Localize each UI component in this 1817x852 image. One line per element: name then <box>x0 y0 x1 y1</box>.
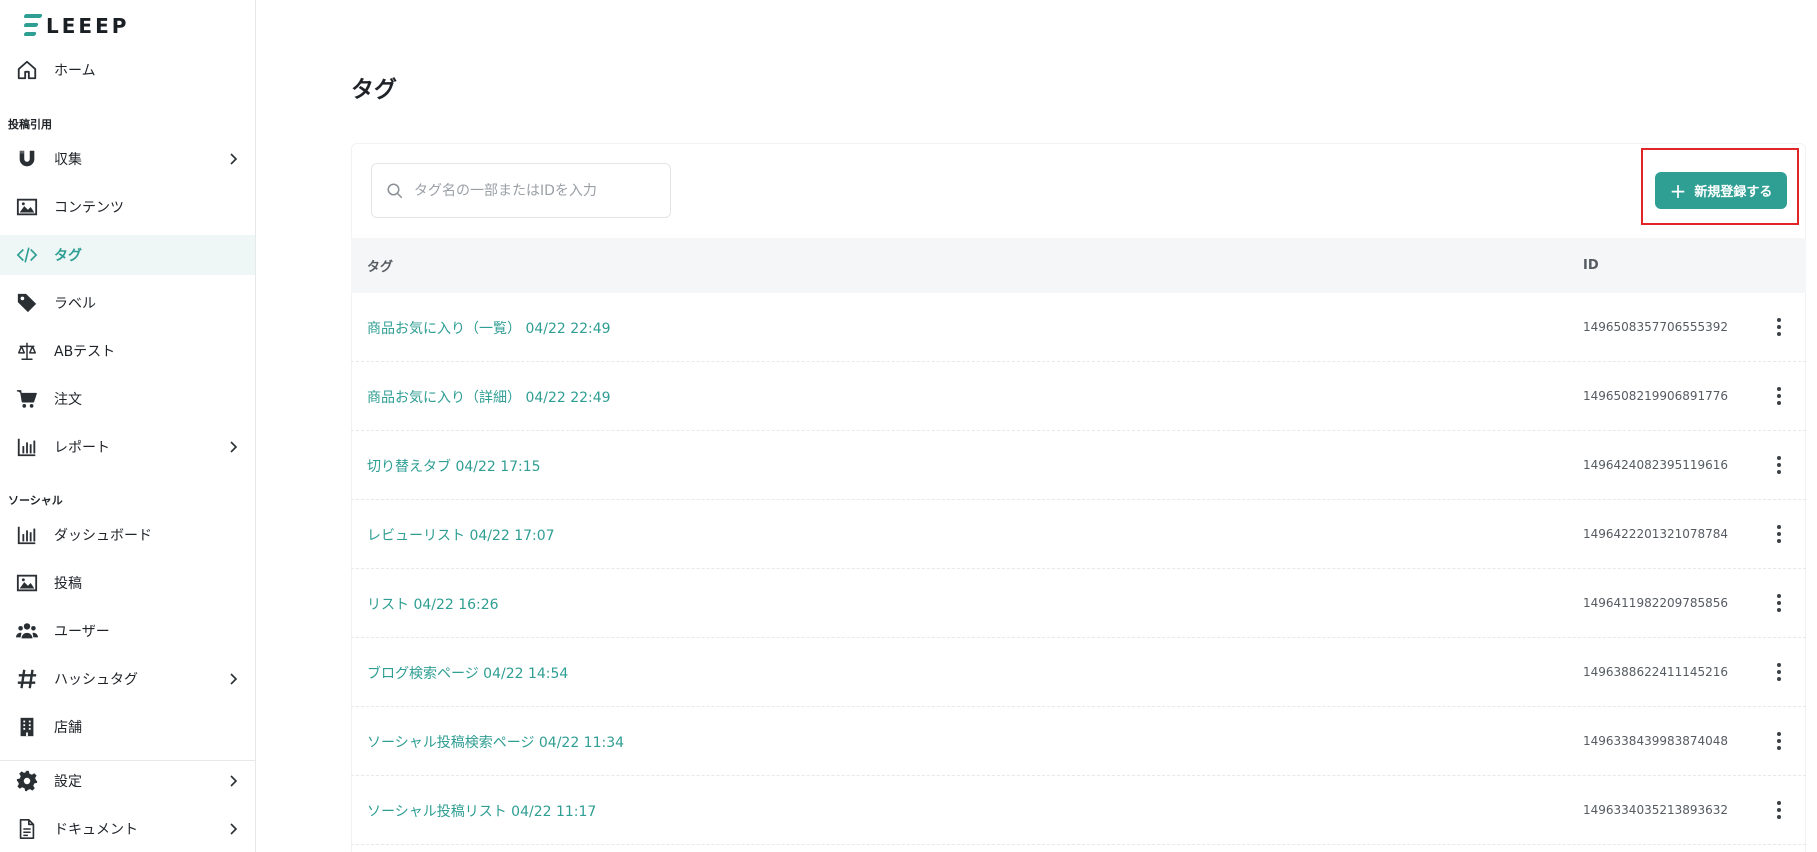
tag-id: 1496424082395119616 <box>1583 458 1729 472</box>
sidebar-item-label: 店舗 <box>54 720 82 736</box>
table-header: タグ ID <box>351 238 1806 293</box>
sidebar-item-collect[interactable]: 収集 <box>0 139 255 179</box>
sidebar-item-label: ダッシュボード <box>54 528 152 544</box>
tag-name-link[interactable]: レビューリスト 04/22 17:07 <box>367 525 555 545</box>
sidebar-item-label: タグ <box>54 248 82 264</box>
sidebar-item-label: レポート <box>54 440 110 456</box>
more-options-icon[interactable] <box>1767 522 1791 546</box>
magnet-icon <box>15 147 39 171</box>
hashtag-icon <box>15 667 39 691</box>
add-tag-button[interactable]: + 新規登録する <box>1655 172 1787 209</box>
sidebar-item-labels[interactable]: ラベル <box>0 283 255 323</box>
logo-text: LEEEP <box>46 14 130 38</box>
search-input[interactable] <box>414 182 654 199</box>
tag-id: 1496338439983874048 <box>1583 734 1729 748</box>
sidebar-item-label: コンテンツ <box>54 200 124 216</box>
chevron-right-icon <box>230 153 238 165</box>
table-row[interactable]: ソーシャル投稿リスト 04/22 11:17 149633403521389363… <box>351 776 1806 845</box>
sidebar-item-users[interactable]: ユーザー <box>0 611 255 651</box>
tag-icon <box>15 291 39 315</box>
bar-chart-icon <box>15 435 39 459</box>
tag-name-link[interactable]: ソーシャル投稿検索ページ 04/22 11:34 <box>367 732 624 752</box>
sidebar-item-label: ドキュメント <box>54 822 138 838</box>
logo-mark-icon <box>22 12 44 40</box>
table-row[interactable]: レビューリスト 04/22 17:07 1496422201321078784 <box>351 500 1806 569</box>
search-box[interactable] <box>371 163 671 218</box>
sidebar-item-stores[interactable]: 店舗 <box>0 707 255 747</box>
tag-name-link[interactable]: ブログ検索ページ 04/22 14:54 <box>367 663 568 683</box>
more-options-icon[interactable] <box>1767 384 1791 408</box>
chevron-right-icon <box>230 823 238 835</box>
chevron-right-icon <box>230 441 238 453</box>
scale-icon <box>15 339 39 363</box>
tag-id: 1496334035213893632 <box>1583 803 1729 817</box>
sidebar-item-orders[interactable]: 注文 <box>0 379 255 419</box>
sidebar-item-posts[interactable]: 投稿 <box>0 563 255 603</box>
more-options-icon[interactable] <box>1767 729 1791 753</box>
tag-name-link[interactable]: 切り替えタブ 04/22 17:15 <box>367 456 541 476</box>
table-row[interactable]: ブログ検索ページ 04/22 14:54 1496388622411145216 <box>351 638 1806 707</box>
chevron-right-icon <box>230 673 238 685</box>
building-icon <box>15 715 39 739</box>
column-header-tag: タグ <box>367 260 394 275</box>
sidebar-item-label: 設定 <box>54 774 82 790</box>
column-header-id: ID <box>1583 258 1599 273</box>
tag-id: 1496388622411145216 <box>1583 665 1729 679</box>
table-row[interactable]: 商品お気に入り（一覧） 04/22 22:49 14965083577065553… <box>351 293 1806 362</box>
table-row[interactable]: ソーシャル投稿検索ページ 04/22 11:34 1496338439983874… <box>351 707 1806 776</box>
sidebar-item-reports[interactable]: レポート <box>0 427 255 467</box>
sidebar-item-home[interactable]: ホーム <box>0 50 255 90</box>
tag-name-link[interactable]: 商品お気に入り（詳細） 04/22 22:49 <box>367 387 611 407</box>
table-row[interactable]: 切り替えタブ 04/22 17:15 1496424082395119616 <box>351 431 1806 500</box>
code-icon <box>15 243 39 267</box>
table-row[interactable]: 商品お気に入り（詳細） 04/22 22:49 14965082199068917… <box>351 362 1806 431</box>
sidebar-item-label: ユーザー <box>54 624 110 640</box>
sidebar-item-label: ホーム <box>54 63 96 79</box>
section-label-social: ソーシャル <box>8 494 63 507</box>
tag-name-link[interactable]: ソーシャル投稿リスト 04/22 11:17 <box>367 801 596 821</box>
plus-icon: + <box>1669 178 1687 203</box>
page-title: タグ <box>351 77 397 103</box>
tag-name-link[interactable]: リスト 04/22 16:26 <box>367 594 499 614</box>
tag-name-link[interactable]: 商品お気に入り（一覧） 04/22 22:49 <box>367 318 611 338</box>
sidebar: LEEEP ホーム 投稿引用 収集 コンテンツ タグ ラベル ABテスト 注文 … <box>0 0 256 852</box>
sidebar-item-label: ラベル <box>54 296 96 312</box>
gear-icon <box>15 769 39 793</box>
sidebar-item-contents[interactable]: コンテンツ <box>0 187 255 227</box>
chevron-right-icon <box>230 775 238 787</box>
more-options-icon[interactable] <box>1767 315 1791 339</box>
image-icon <box>15 195 39 219</box>
sidebar-item-label: 投稿 <box>54 576 82 592</box>
more-options-icon[interactable] <box>1767 660 1791 684</box>
tag-id: 1496422201321078784 <box>1583 527 1729 541</box>
leeep-logo[interactable]: LEEEP <box>22 12 129 40</box>
sidebar-item-documents[interactable]: ドキュメント <box>0 809 255 849</box>
sidebar-item-settings[interactable]: 設定 <box>0 761 255 801</box>
cart-icon <box>15 387 39 411</box>
sidebar-item-label: ABテスト <box>54 344 116 360</box>
image-icon <box>15 571 39 595</box>
more-options-icon[interactable] <box>1767 453 1791 477</box>
sidebar-item-label: ハッシュタグ <box>54 672 138 688</box>
sidebar-item-label: 収集 <box>54 152 82 168</box>
sidebar-item-dashboard[interactable]: ダッシュボード <box>0 515 255 555</box>
sidebar-item-label: 注文 <box>54 392 82 408</box>
users-icon <box>15 619 39 643</box>
tag-id: 1496508219906891776 <box>1583 389 1729 403</box>
sidebar-item-tags[interactable]: タグ <box>0 235 255 275</box>
sidebar-item-ab-test[interactable]: ABテスト <box>0 331 255 371</box>
more-options-icon[interactable] <box>1767 798 1791 822</box>
sidebar-item-hashtags[interactable]: ハッシュタグ <box>0 659 255 699</box>
add-tag-button-label: 新規登録する <box>1694 185 1773 200</box>
document-icon <box>15 817 39 841</box>
bar-chart-icon <box>15 523 39 547</box>
home-icon <box>15 58 39 82</box>
tag-id: 1496411982209785856 <box>1583 596 1729 610</box>
more-options-icon[interactable] <box>1767 591 1791 615</box>
table-row[interactable]: リスト 04/22 16:26 1496411982209785856 <box>351 569 1806 638</box>
section-label-posting: 投稿引用 <box>8 118 52 131</box>
search-icon <box>387 183 403 198</box>
tag-id: 1496508357706555392 <box>1583 320 1729 334</box>
